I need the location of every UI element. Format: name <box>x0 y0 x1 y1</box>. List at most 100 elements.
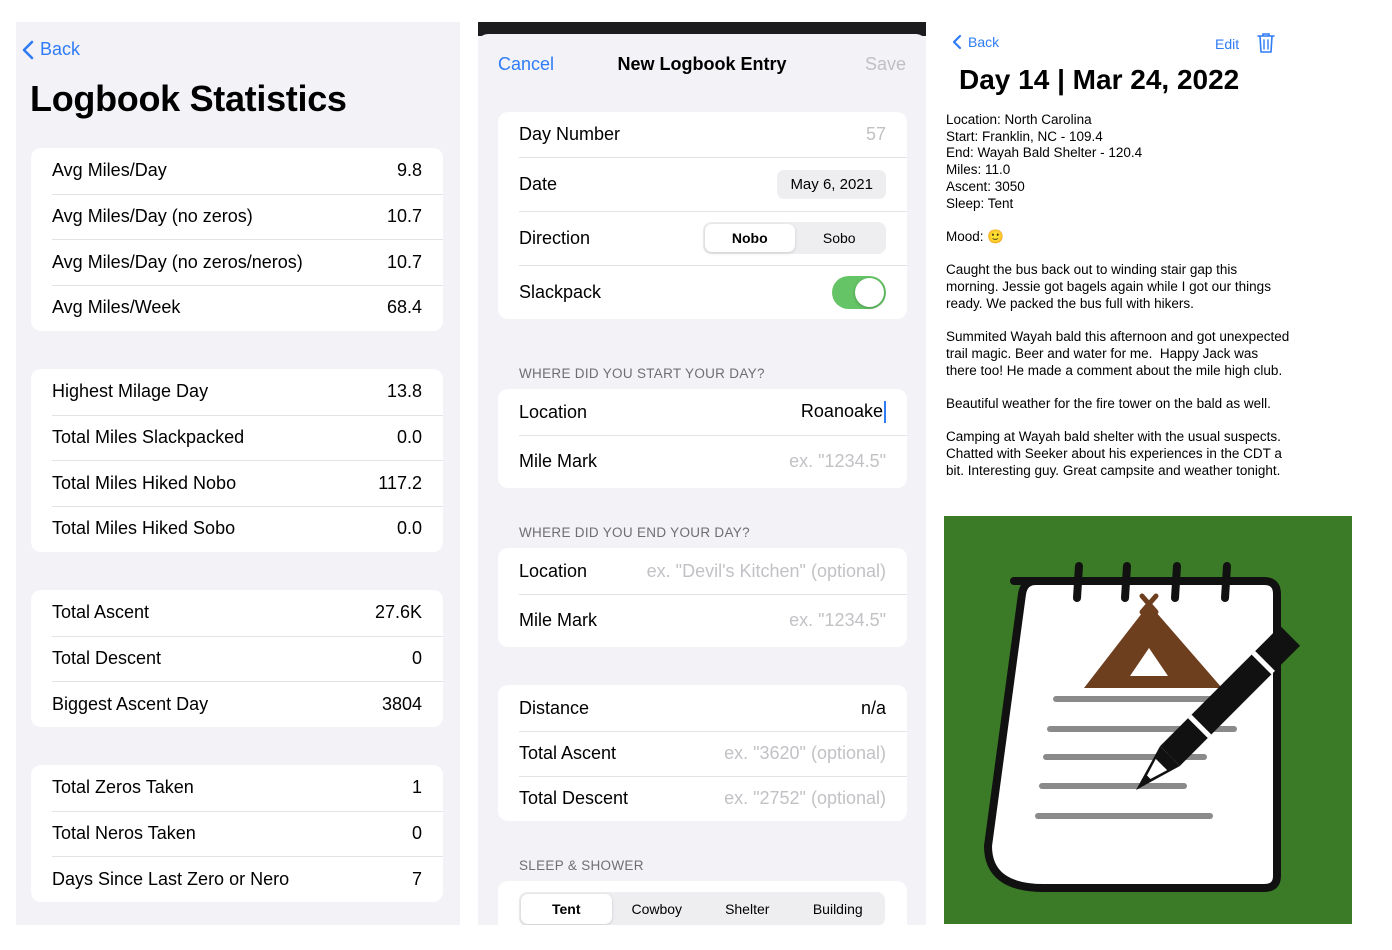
stat-row: Total Miles Slackpacked 0.0 <box>31 414 443 461</box>
stat-row: Total Descent 0 <box>31 635 443 682</box>
stats-group-averages: Avg Miles/Day 9.8 Avg Miles/Day (no zeros… <box>31 148 443 331</box>
stat-row: Avg Miles/Day (no zeros/neros) 10.7 <box>31 239 443 285</box>
day-number-row[interactable]: Day Number 57 <box>498 112 907 157</box>
descent-field[interactable]: ex. "2752" (optional) <box>724 788 886 809</box>
stat-value: 10.7 <box>386 251 422 272</box>
mood-emoji-icon: 🙂 <box>987 228 1005 244</box>
detail-line: Start: Franklin, NC - 109.4 <box>946 128 1103 144</box>
ascent-label: Total Ascent <box>519 743 617 763</box>
end-section-header: WHERE DID YOU END YOUR DAY? <box>519 525 750 540</box>
journal-paragraph: Beautiful weather for the fire tower on … <box>946 395 1271 411</box>
segment-building[interactable]: Building <box>793 894 884 924</box>
stat-label: Avg Miles/Week <box>52 297 181 318</box>
ascent-row[interactable]: Total Ascent ex. "3620" (optional) <box>498 731 907 776</box>
stat-label: Days Since Last Zero or Nero <box>52 868 290 889</box>
stats-group-rest-days: Total Zeros Taken 1 Total Neros Taken 0 Da… <box>31 765 443 903</box>
start-location-value: Roanoake <box>800 400 883 421</box>
save-button[interactable]: Save <box>865 54 906 75</box>
sleep-segmented-control: Tent Cowboy Shelter Building <box>519 892 885 925</box>
detail-line: Location: North Carolina <box>946 112 1092 127</box>
slackpack-label: Slackpack <box>519 281 602 302</box>
day-detail-screen: Back Edit Day 14 | Mar 24, 2022 Location… <box>944 22 1354 925</box>
chevron-left-icon <box>22 40 34 59</box>
stat-row: Highest Milage Day 13.8 <box>31 369 443 415</box>
journal-paragraph: Caught the bus back out to winding stair… <box>946 262 1275 311</box>
stat-label: Total Miles Slackpacked <box>52 427 245 448</box>
stat-value: 3804 <box>381 693 422 714</box>
start-mile-field[interactable]: ex. "1234.5" <box>789 451 886 472</box>
journal-paragraph: Camping at Wayah bald shelter with the u… <box>946 429 1286 478</box>
stat-row: Total Neros Taken 0 <box>31 810 443 857</box>
stat-label: Total Miles Hiked Sobo <box>52 518 236 539</box>
stat-label: Avg Miles/Day (no zeros) <box>52 206 253 227</box>
end-mile-row[interactable]: Mile Mark ex. "1234.5" <box>498 594 907 647</box>
stats-group-elevation: Total Ascent 27.6K Total Descent 0 Biggest… <box>31 590 443 728</box>
start-mile-row[interactable]: Mile Mark ex. "1234.5" <box>498 435 907 488</box>
end-mile-label: Mile Mark <box>519 610 598 630</box>
descent-row[interactable]: Total Descent ex. "2752" (optional) <box>498 776 907 821</box>
new-entry-screen: Cancel New Logbook Entry Save Day Number… <box>478 22 926 925</box>
segment-nobo[interactable]: Nobo <box>705 224 795 252</box>
back-label: Back <box>968 34 1000 50</box>
end-location-field[interactable]: ex. "Devil's Kitchen" (optional) <box>647 561 886 582</box>
mood-label: Mood: <box>946 228 984 244</box>
slackpack-toggle[interactable] <box>832 275 886 309</box>
nav-bar: Cancel New Logbook Entry Save <box>478 42 926 82</box>
start-group: Location Roanoake Mile Mark ex. "1234.5" <box>498 389 907 488</box>
journal-text: Location: North Carolina Start: Franklin,… <box>946 112 1291 479</box>
detail-line: End: Wayah Bald Shelter - 120.4 <box>946 145 1143 161</box>
segment-cowboy[interactable]: Cowboy <box>612 894 703 924</box>
text-cursor <box>884 401 886 424</box>
edit-button[interactable]: Edit <box>1215 36 1239 52</box>
stat-label: Highest Milage Day <box>52 381 209 402</box>
direction-segmented-control: Nobo Sobo <box>703 222 886 254</box>
distance-label: Distance <box>519 697 590 718</box>
ascent-field[interactable]: ex. "3620" (optional) <box>724 743 886 764</box>
end-mile-field[interactable]: ex. "1234.5" <box>789 610 886 631</box>
segment-sobo[interactable]: Sobo <box>795 224 885 252</box>
logbook-app-icon-image <box>944 516 1352 924</box>
stat-row: Total Zeros Taken 1 <box>31 765 443 811</box>
direction-label: Direction <box>519 227 591 248</box>
segment-tent[interactable]: Tent <box>521 894 612 924</box>
start-location-row[interactable]: Location Roanoake <box>498 389 907 435</box>
back-button[interactable]: Back <box>952 34 999 50</box>
stat-value: 27.6K <box>374 602 422 623</box>
distance-row: Distance n/a <box>498 685 907 731</box>
stat-value: 1 <box>411 777 422 798</box>
end-location-row[interactable]: Location ex. "Devil's Kitchen" (optional… <box>498 548 907 594</box>
direction-row: Direction Nobo Sobo <box>498 211 907 265</box>
stat-value: 13.8 <box>386 381 422 402</box>
mood-line: Mood: 🙂 <box>946 229 1291 246</box>
stat-value: 9.8 <box>396 160 422 181</box>
date-picker[interactable]: May 6, 2021 <box>777 169 886 199</box>
stat-row: Total Ascent 27.6K <box>31 590 443 636</box>
start-location-field[interactable]: Roanoake <box>800 400 886 424</box>
sleep-row: Tent Cowboy Shelter Building <box>498 881 907 925</box>
end-location-label: Location <box>519 560 588 581</box>
segment-shelter[interactable]: Shelter <box>702 894 793 924</box>
stats-group-miles: Highest Milage Day 13.8 Total Miles Slack… <box>31 369 443 552</box>
stat-label: Total Zeros Taken <box>52 777 194 798</box>
stat-row: Avg Miles/Week 68.4 <box>31 285 443 331</box>
stat-label: Avg Miles/Day (no zeros/neros) <box>52 251 303 272</box>
stat-value: 117.2 <box>378 472 422 493</box>
stat-row: Avg Miles/Day 9.8 <box>31 148 443 194</box>
day-number-label: Day Number <box>519 124 621 144</box>
trash-icon[interactable] <box>1257 32 1275 54</box>
stat-label: Avg Miles/Day <box>52 160 167 181</box>
start-location-label: Location <box>519 401 588 422</box>
stat-row: Biggest Ascent Day 3804 <box>31 681 443 727</box>
stat-label: Total Ascent <box>52 602 150 623</box>
modal-sheet: Cancel New Logbook Entry Save Day Number… <box>478 34 926 925</box>
slackpack-row: Slackpack <box>498 265 907 319</box>
back-button[interactable]: Back <box>22 39 80 60</box>
start-section-header: WHERE DID YOU START YOUR DAY? <box>519 366 765 381</box>
day-number-field[interactable]: 57 <box>866 124 886 145</box>
journal-paragraph: Summited Wayah bald this afternoon and g… <box>946 329 1293 378</box>
stat-value: 7 <box>411 868 422 889</box>
stat-label: Biggest Ascent Day <box>52 693 209 714</box>
stat-label: Total Miles Hiked Nobo <box>52 472 237 493</box>
chevron-left-icon <box>952 34 962 50</box>
detail-line: Ascent: 3050 <box>946 178 1025 194</box>
